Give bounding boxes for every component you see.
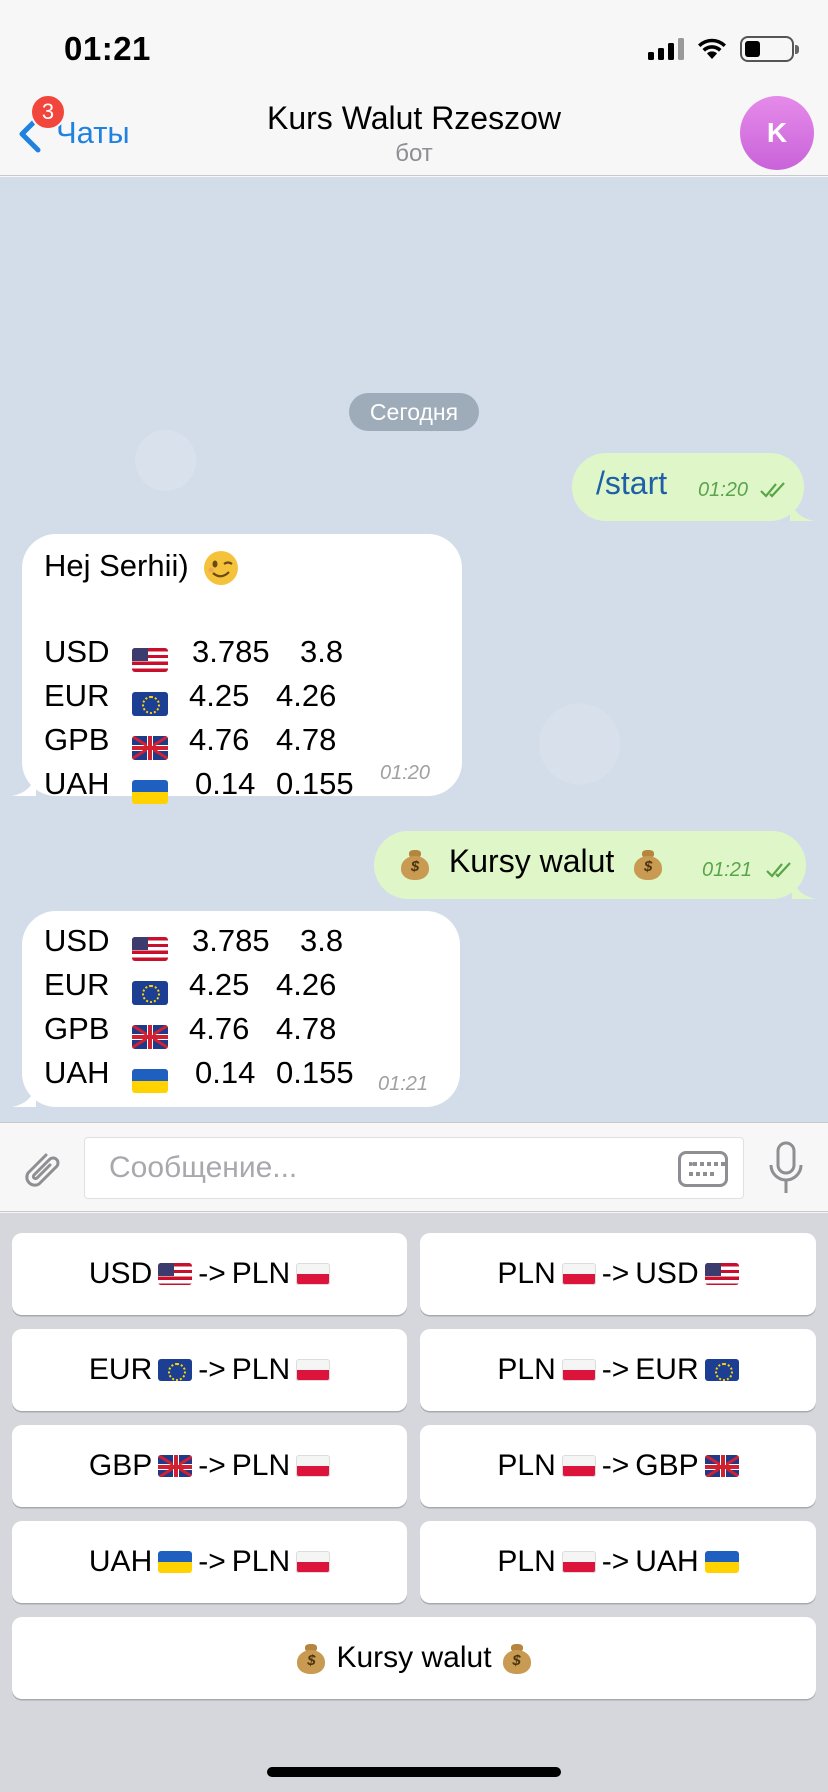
- eu-flag-icon: [704, 1359, 739, 1381]
- chat-title[interactable]: Kurs Walut Rzeszow: [0, 100, 828, 137]
- battery-icon: [740, 36, 799, 62]
- message-label: Kursy walut: [448, 843, 615, 879]
- us-flag-icon: [132, 647, 168, 672]
- message-text: $ Kursy walut $: [400, 843, 663, 880]
- ua-flag-icon: [132, 1068, 168, 1093]
- pln-to-uah-button[interactable]: PLN -> UAH: [420, 1521, 816, 1603]
- pl-flag-icon: [561, 1455, 596, 1477]
- money-bag-icon: $: [296, 1642, 326, 1674]
- outgoing-message[interactable]: /start 01:20: [572, 453, 814, 521]
- eu-flag-icon: [158, 1359, 193, 1381]
- cellular-signal-icon: [648, 38, 684, 60]
- uk-flag-icon: [158, 1455, 193, 1477]
- double-check-icon: [760, 482, 785, 498]
- composer-bar: [0, 1122, 828, 1212]
- chat-header: Чаты 3 Kurs Walut Rzeszow бот K: [0, 90, 828, 176]
- bot-keyboard: USD -> PLN PLN -> USD EUR -> PLN PLN -> …: [0, 1213, 828, 1792]
- keyboard-toggle-icon[interactable]: [678, 1151, 728, 1187]
- pl-flag-icon: [296, 1455, 331, 1477]
- home-indicator[interactable]: [267, 1767, 561, 1777]
- pln-to-eur-button[interactable]: PLN -> EUR: [420, 1329, 816, 1411]
- greeting-text: Hej Serhii): [44, 548, 189, 583]
- status-icons: [648, 36, 799, 62]
- date-separator: Сегодня: [349, 393, 479, 431]
- eur-to-pln-button[interactable]: EUR -> PLN: [12, 1329, 407, 1411]
- money-bag-icon: $: [400, 848, 430, 880]
- money-bag-icon: $: [633, 848, 663, 880]
- pl-flag-icon: [561, 1551, 596, 1573]
- pl-flag-icon: [561, 1359, 596, 1381]
- microphone-icon[interactable]: [766, 1139, 806, 1197]
- message-time: 01:20: [698, 479, 749, 501]
- wifi-icon: [698, 38, 726, 59]
- status-bar: 01:21: [0, 0, 828, 90]
- eu-flag-icon: [132, 980, 168, 1005]
- ua-flag-icon: [704, 1551, 739, 1573]
- outgoing-message[interactable]: $ Kursy walut $ 01:21: [374, 831, 816, 899]
- eu-flag-icon: [132, 691, 168, 716]
- usd-to-pln-button[interactable]: USD -> PLN: [12, 1233, 407, 1315]
- wink-emoji-icon: [204, 550, 239, 585]
- message-time: 01:21: [378, 1073, 429, 1095]
- kursy-walut-button[interactable]: $ Kursy walut $: [12, 1617, 816, 1699]
- avatar[interactable]: K: [740, 96, 814, 170]
- incoming-message[interactable]: USD 3.785 3.8 EUR 4.25 4.26 GPB 4.76 4.7…: [12, 911, 460, 1107]
- message-text: /start: [596, 465, 668, 501]
- us-flag-icon: [132, 936, 168, 961]
- incoming-message[interactable]: Hej Serhii) USD 3.785 3.8 EUR 4.25 4.26: [12, 534, 462, 804]
- pln-to-usd-button[interactable]: PLN -> USD: [420, 1233, 816, 1315]
- uk-flag-icon: [704, 1455, 739, 1477]
- pl-flag-icon: [296, 1263, 331, 1285]
- status-time: 01:21: [64, 30, 151, 67]
- chat-subtitle: бот: [395, 140, 433, 167]
- paperclip-icon[interactable]: [16, 1143, 66, 1193]
- pl-flag-icon: [296, 1551, 331, 1573]
- message-input[interactable]: [84, 1137, 744, 1199]
- gbp-to-pln-button[interactable]: GBP -> PLN: [12, 1425, 407, 1507]
- pln-to-gbp-button[interactable]: PLN -> GBP: [420, 1425, 816, 1507]
- money-bag-icon: $: [502, 1642, 532, 1674]
- uk-flag-icon: [132, 1024, 168, 1049]
- us-flag-icon: [158, 1263, 193, 1285]
- message-time: 01:20: [380, 762, 431, 784]
- us-flag-icon: [704, 1263, 739, 1285]
- ua-flag-icon: [158, 1551, 193, 1573]
- double-check-icon: [766, 862, 791, 878]
- pl-flag-icon: [561, 1263, 596, 1285]
- pl-flag-icon: [296, 1359, 331, 1381]
- uah-to-pln-button[interactable]: UAH -> PLN: [12, 1521, 407, 1603]
- message-time: 01:21: [702, 859, 753, 881]
- uk-flag-icon: [132, 735, 168, 760]
- greeting-line: Hej Serhii): [44, 548, 239, 586]
- chat-area[interactable]: Сегодня /start 01:20 Hej Serhii) USD 3.7…: [0, 177, 828, 1122]
- ua-flag-icon: [132, 779, 168, 804]
